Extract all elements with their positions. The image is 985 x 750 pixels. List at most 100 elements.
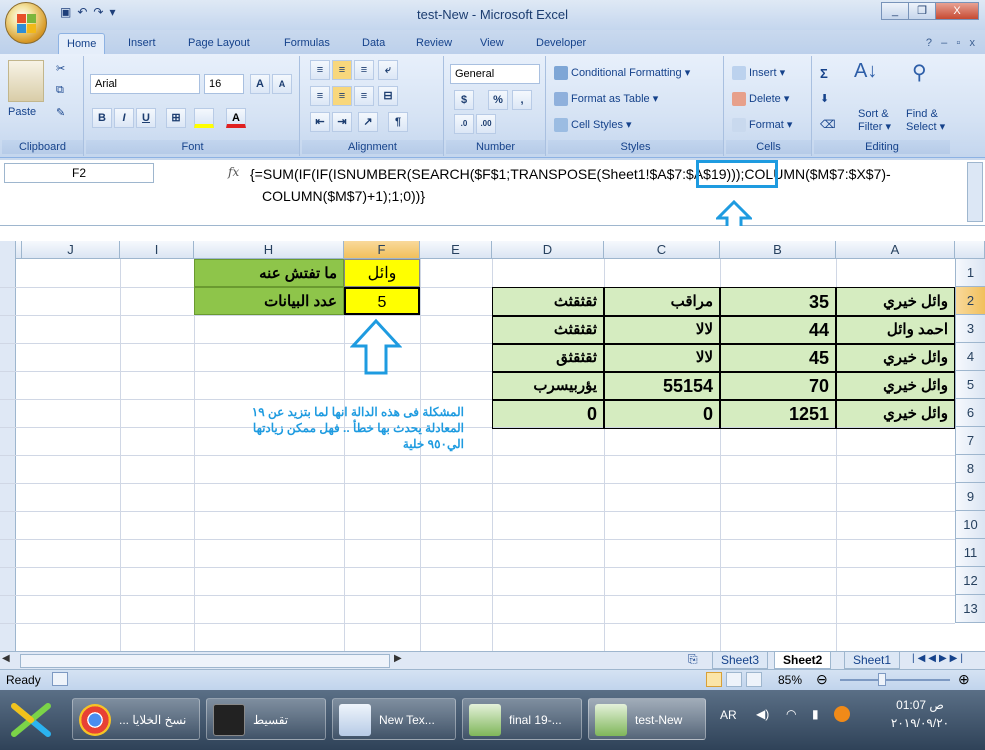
column-header-f[interactable]: F xyxy=(344,241,420,259)
scroll-right-icon[interactable]: ▶ xyxy=(394,653,402,664)
merge-center-icon[interactable]: ⊟ xyxy=(378,86,398,106)
column-header-d[interactable]: D xyxy=(492,241,604,259)
zoom-slider-thumb[interactable] xyxy=(878,673,886,686)
taskbar-installment[interactable]: تقسيط xyxy=(206,698,326,740)
column-header-a[interactable]: A xyxy=(836,241,955,259)
column-header-e[interactable]: E xyxy=(420,241,492,259)
tab-review[interactable]: Review xyxy=(408,33,460,53)
fx-icon[interactable]: fx xyxy=(228,165,239,179)
cell-a2[interactable]: وائل خيري xyxy=(836,287,955,317)
cell-d2[interactable]: ثقثقثث xyxy=(492,287,604,317)
wrap-text-icon[interactable]: ⤶ xyxy=(378,60,398,80)
align-left-icon[interactable]: ≡ xyxy=(310,86,330,106)
column-header-j[interactable]: J xyxy=(22,241,120,259)
underline-button[interactable]: U xyxy=(136,108,156,128)
sort-filter-button[interactable]: Sort & Filter ▾ xyxy=(858,108,891,133)
row-header-8[interactable]: 8 xyxy=(955,455,985,483)
grow-font-button[interactable]: A xyxy=(250,74,270,94)
sheet-tab-sheet2[interactable]: Sheet2 xyxy=(774,652,832,669)
row-header-2[interactable]: 2 xyxy=(955,287,985,315)
increase-decimal-icon[interactable]: .0 xyxy=(454,114,474,134)
cell-h2[interactable]: عدد البيانات xyxy=(194,287,344,315)
zoom-level[interactable]: 85% xyxy=(778,673,802,687)
row-header-1[interactable]: 1 xyxy=(955,259,985,287)
column-header-h[interactable]: H xyxy=(194,241,344,259)
bold-button[interactable]: B xyxy=(92,108,112,128)
align-top-icon[interactable]: ≡ xyxy=(310,60,330,80)
font-name-combo[interactable]: Arial xyxy=(90,74,200,94)
cell-c4[interactable]: لالا xyxy=(604,343,720,373)
cell-c5[interactable]: 55154 xyxy=(604,371,720,401)
cut-icon[interactable]: ✂ xyxy=(56,62,65,75)
taskbar-notepad[interactable]: New Tex... xyxy=(332,698,456,740)
cell-b5[interactable]: 70 xyxy=(720,371,836,401)
align-bottom-icon[interactable]: ≡ xyxy=(354,60,374,80)
cell-a3[interactable]: احمد وائل xyxy=(836,315,955,345)
notification-icon[interactable] xyxy=(834,706,850,722)
zoom-out-icon[interactable]: ⊖ xyxy=(816,671,828,688)
increase-indent-icon[interactable]: ⇥ xyxy=(332,112,352,132)
decrease-indent-icon[interactable]: ⇤ xyxy=(310,112,330,132)
cell-b2[interactable]: 35 xyxy=(720,287,836,317)
office-button[interactable] xyxy=(5,2,47,44)
paste-icon[interactable] xyxy=(8,60,44,102)
number-format-combo[interactable]: General xyxy=(450,64,540,84)
wifi-icon[interactable]: ◠ xyxy=(786,707,796,721)
format-painter-icon[interactable]: ✎ xyxy=(56,106,65,119)
cell-f1[interactable]: وائل xyxy=(344,259,420,287)
clock-time[interactable]: ص 01:07 xyxy=(870,698,970,712)
row-header-9[interactable]: 9 xyxy=(955,483,985,511)
close-button[interactable]: X xyxy=(935,2,979,20)
volume-icon[interactable]: ◀) xyxy=(756,707,769,721)
fill-color-icon[interactable] xyxy=(194,108,214,128)
tab-view[interactable]: View xyxy=(472,33,512,53)
sheet-nav-arrows-icon[interactable]: |◀◀▶▶| xyxy=(912,653,966,664)
row-header-12[interactable]: 12 xyxy=(955,567,985,595)
row-header-5[interactable]: 5 xyxy=(955,371,985,399)
cell-c3[interactable]: لالا xyxy=(604,315,720,345)
orientation-icon[interactable]: ↗ xyxy=(358,112,378,132)
italic-button[interactable]: I xyxy=(114,108,134,128)
cell-c6[interactable]: 0 xyxy=(604,399,720,429)
percent-button[interactable]: % xyxy=(488,90,508,110)
row-header-7[interactable]: 7 xyxy=(955,427,985,455)
format-cells-button[interactable]: Format ▾ xyxy=(732,118,792,133)
cell-a6[interactable]: وائل خيري xyxy=(836,399,955,429)
align-right-icon[interactable]: ≡ xyxy=(354,86,374,106)
battery-icon[interactable]: ▮ xyxy=(812,707,819,721)
row-header-13[interactable]: 13 xyxy=(955,595,985,623)
tab-home[interactable]: Home xyxy=(58,33,106,55)
taskbar-test-new[interactable]: test-New xyxy=(588,698,706,740)
decrease-decimal-icon[interactable]: .00 xyxy=(476,114,496,134)
column-header-b[interactable]: B xyxy=(720,241,836,259)
restore-button[interactable]: ❐ xyxy=(908,2,936,20)
cell-c2[interactable]: مراقب xyxy=(604,287,720,317)
cell-d6[interactable]: 0 xyxy=(492,399,604,429)
find-select-button[interactable]: Find & Select ▾ xyxy=(906,108,945,133)
taskbar-final-xls[interactable]: final 19-... xyxy=(462,698,582,740)
row-header-4[interactable]: 4 xyxy=(955,343,985,371)
minimize-button[interactable]: _ xyxy=(881,2,909,20)
sheet-tab-sheet3[interactable]: Sheet3 xyxy=(712,652,769,669)
clear-icon[interactable]: ⌫ xyxy=(820,118,836,131)
page-layout-view-icon[interactable] xyxy=(726,672,742,687)
row-header-3[interactable]: 3 xyxy=(955,315,985,343)
cell-styles-button[interactable]: Cell Styles ▾ xyxy=(554,118,632,133)
row-header-10[interactable]: 10 xyxy=(955,511,985,539)
cell-b6[interactable]: 1251 xyxy=(720,399,836,429)
align-center-icon[interactable]: ≡ xyxy=(332,86,352,106)
tab-data[interactable]: Data xyxy=(354,33,393,53)
font-color-icon[interactable]: A xyxy=(226,108,246,128)
horizontal-scrollbar[interactable] xyxy=(20,654,390,668)
row-header-11[interactable]: 11 xyxy=(955,539,985,567)
macro-record-icon[interactable] xyxy=(52,672,68,686)
formula-input[interactable]: {=SUM(IF(IF(ISNUMBER(SEARCH($F$1;TRANSPO… xyxy=(250,163,950,207)
insert-cells-button[interactable]: Insert ▾ xyxy=(732,66,785,81)
start-button[interactable] xyxy=(8,700,54,740)
autosum-button[interactable]: Σ xyxy=(820,66,828,81)
font-size-combo[interactable]: 16 xyxy=(204,74,244,94)
clock-date[interactable]: ٢٠١٩/٠٩/٢٠ xyxy=(870,716,970,730)
delete-cells-button[interactable]: Delete ▾ xyxy=(732,92,789,107)
format-as-table-button[interactable]: Format as Table ▾ xyxy=(554,92,658,107)
select-all-corner[interactable] xyxy=(955,241,985,259)
